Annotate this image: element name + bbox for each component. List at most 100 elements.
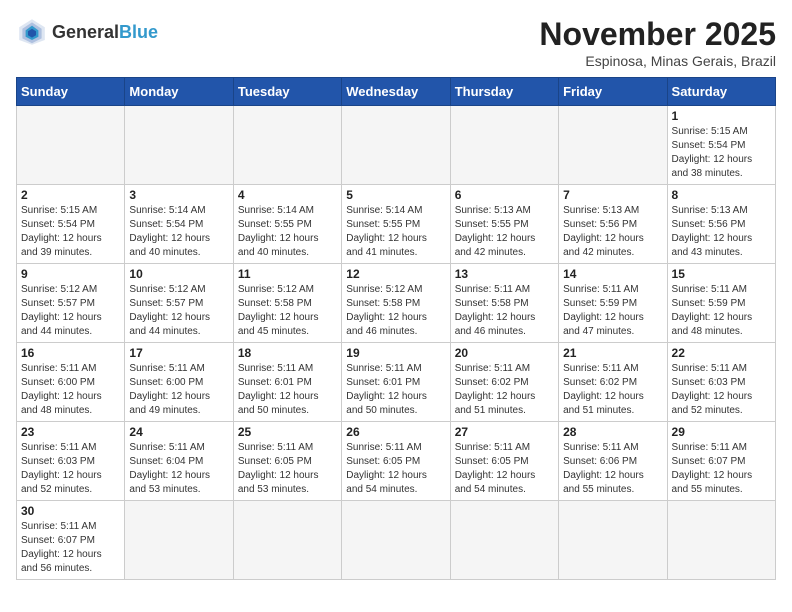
day-number: 12 (346, 267, 445, 281)
month-year-title: November 2025 (539, 16, 776, 53)
day-info: Sunrise: 5:14 AM Sunset: 5:55 PM Dayligh… (346, 204, 445, 260)
day-number: 27 (455, 425, 554, 439)
day-info: Sunrise: 5:11 AM Sunset: 6:04 PM Dayligh… (129, 441, 228, 497)
calendar-cell: 19 Sunrise: 5:11 AM Sunset: 6:01 PM Dayli… (342, 343, 450, 422)
calendar-cell (342, 106, 450, 185)
day-number: 2 (21, 188, 120, 202)
logo-icon (16, 16, 48, 48)
weekday-header-monday: Monday (125, 78, 233, 106)
weekday-header-friday: Friday (559, 78, 667, 106)
page-header: GeneralBlue November 2025 Espinosa, Mina… (16, 16, 776, 69)
day-number: 11 (238, 267, 337, 281)
day-number: 19 (346, 346, 445, 360)
week-row-3: 9 Sunrise: 5:12 AM Sunset: 5:57 PM Daylig… (17, 264, 776, 343)
week-row-5: 23Sunrise: 5:11 AM Sunset: 6:03 PM Dayli… (17, 422, 776, 501)
calendar-cell (667, 501, 775, 580)
calendar-cell (559, 106, 667, 185)
calendar-cell (450, 106, 558, 185)
calendar-cell: 3Sunrise: 5:14 AM Sunset: 5:54 PM Daylig… (125, 185, 233, 264)
day-number: 13 (455, 267, 554, 281)
calendar-cell: 4 Sunrise: 5:14 AM Sunset: 5:55 PM Daylig… (233, 185, 341, 264)
week-row-1: 1Sunrise: 5:15 AM Sunset: 5:54 PM Daylig… (17, 106, 776, 185)
calendar-cell: 8 Sunrise: 5:13 AM Sunset: 5:56 PM Daylig… (667, 185, 775, 264)
day-info: Sunrise: 5:11 AM Sunset: 6:05 PM Dayligh… (455, 441, 554, 497)
weekday-header-saturday: Saturday (667, 78, 775, 106)
day-number: 15 (672, 267, 771, 281)
day-info: Sunrise: 5:12 AM Sunset: 5:58 PM Dayligh… (238, 283, 337, 339)
week-row-4: 16Sunrise: 5:11 AM Sunset: 6:00 PM Dayli… (17, 343, 776, 422)
logo-text: GeneralBlue (52, 22, 158, 43)
day-number: 18 (238, 346, 337, 360)
day-info: Sunrise: 5:11 AM Sunset: 6:00 PM Dayligh… (129, 362, 228, 418)
day-number: 25 (238, 425, 337, 439)
day-number: 8 (672, 188, 771, 202)
calendar-cell (125, 501, 233, 580)
day-info: Sunrise: 5:11 AM Sunset: 6:07 PM Dayligh… (672, 441, 771, 497)
calendar-cell: 22 Sunrise: 5:11 AM Sunset: 6:03 PM Dayli… (667, 343, 775, 422)
day-info: Sunrise: 5:11 AM Sunset: 6:07 PM Dayligh… (21, 520, 120, 576)
day-number: 9 (21, 267, 120, 281)
weekday-header-wednesday: Wednesday (342, 78, 450, 106)
calendar-cell: 27 Sunrise: 5:11 AM Sunset: 6:05 PM Dayli… (450, 422, 558, 501)
day-number: 26 (346, 425, 445, 439)
location-subtitle: Espinosa, Minas Gerais, Brazil (539, 53, 776, 69)
day-info: Sunrise: 5:15 AM Sunset: 5:54 PM Dayligh… (21, 204, 120, 260)
calendar-cell (342, 501, 450, 580)
calendar-table: SundayMondayTuesdayWednesdayThursdayFrid… (16, 77, 776, 580)
calendar-cell: 28Sunrise: 5:11 AM Sunset: 6:06 PM Dayli… (559, 422, 667, 501)
day-number: 23 (21, 425, 120, 439)
weekday-header-row: SundayMondayTuesdayWednesdayThursdayFrid… (17, 78, 776, 106)
day-number: 6 (455, 188, 554, 202)
day-number: 5 (346, 188, 445, 202)
day-number: 14 (563, 267, 662, 281)
day-info: Sunrise: 5:11 AM Sunset: 6:03 PM Dayligh… (672, 362, 771, 418)
week-row-6: 30 Sunrise: 5:11 AM Sunset: 6:07 PM Dayli… (17, 501, 776, 580)
day-info: Sunrise: 5:13 AM Sunset: 5:55 PM Dayligh… (455, 204, 554, 260)
day-info: Sunrise: 5:14 AM Sunset: 5:54 PM Dayligh… (129, 204, 228, 260)
day-number: 22 (672, 346, 771, 360)
day-info: Sunrise: 5:11 AM Sunset: 5:59 PM Dayligh… (672, 283, 771, 339)
calendar-cell: 18 Sunrise: 5:11 AM Sunset: 6:01 PM Dayli… (233, 343, 341, 422)
day-info: Sunrise: 5:11 AM Sunset: 6:06 PM Dayligh… (563, 441, 662, 497)
calendar-cell (125, 106, 233, 185)
day-info: Sunrise: 5:11 AM Sunset: 6:05 PM Dayligh… (346, 441, 445, 497)
day-info: Sunrise: 5:12 AM Sunset: 5:57 PM Dayligh… (129, 283, 228, 339)
day-number: 30 (21, 504, 120, 518)
day-number: 21 (563, 346, 662, 360)
calendar-cell (233, 106, 341, 185)
day-info: Sunrise: 5:11 AM Sunset: 6:00 PM Dayligh… (21, 362, 120, 418)
weekday-header-tuesday: Tuesday (233, 78, 341, 106)
calendar-cell: 13Sunrise: 5:11 AM Sunset: 5:58 PM Dayli… (450, 264, 558, 343)
calendar-cell (17, 106, 125, 185)
day-info: Sunrise: 5:13 AM Sunset: 5:56 PM Dayligh… (672, 204, 771, 260)
day-info: Sunrise: 5:14 AM Sunset: 5:55 PM Dayligh… (238, 204, 337, 260)
day-info: Sunrise: 5:12 AM Sunset: 5:57 PM Dayligh… (21, 283, 120, 339)
day-info: Sunrise: 5:11 AM Sunset: 6:01 PM Dayligh… (238, 362, 337, 418)
day-info: Sunrise: 5:11 AM Sunset: 6:05 PM Dayligh… (238, 441, 337, 497)
calendar-cell: 15 Sunrise: 5:11 AM Sunset: 5:59 PM Dayli… (667, 264, 775, 343)
calendar-cell: 23Sunrise: 5:11 AM Sunset: 6:03 PM Dayli… (17, 422, 125, 501)
day-number: 4 (238, 188, 337, 202)
week-row-2: 2 Sunrise: 5:15 AM Sunset: 5:54 PM Daylig… (17, 185, 776, 264)
day-info: Sunrise: 5:11 AM Sunset: 6:01 PM Dayligh… (346, 362, 445, 418)
day-number: 20 (455, 346, 554, 360)
title-block: November 2025 Espinosa, Minas Gerais, Br… (539, 16, 776, 69)
calendar-cell: 16Sunrise: 5:11 AM Sunset: 6:00 PM Dayli… (17, 343, 125, 422)
calendar-cell: 5 Sunrise: 5:14 AM Sunset: 5:55 PM Daylig… (342, 185, 450, 264)
calendar-cell: 26 Sunrise: 5:11 AM Sunset: 6:05 PM Dayli… (342, 422, 450, 501)
day-number: 10 (129, 267, 228, 281)
day-number: 1 (672, 109, 771, 123)
calendar-cell: 24Sunrise: 5:11 AM Sunset: 6:04 PM Dayli… (125, 422, 233, 501)
day-info: Sunrise: 5:12 AM Sunset: 5:58 PM Dayligh… (346, 283, 445, 339)
calendar-cell: 17Sunrise: 5:11 AM Sunset: 6:00 PM Dayli… (125, 343, 233, 422)
day-number: 7 (563, 188, 662, 202)
day-info: Sunrise: 5:13 AM Sunset: 5:56 PM Dayligh… (563, 204, 662, 260)
calendar-cell: 14Sunrise: 5:11 AM Sunset: 5:59 PM Dayli… (559, 264, 667, 343)
calendar-cell: 12 Sunrise: 5:12 AM Sunset: 5:58 PM Dayli… (342, 264, 450, 343)
calendar-cell (233, 501, 341, 580)
calendar-cell: 21Sunrise: 5:11 AM Sunset: 6:02 PM Dayli… (559, 343, 667, 422)
weekday-header-sunday: Sunday (17, 78, 125, 106)
weekday-header-thursday: Thursday (450, 78, 558, 106)
calendar-cell: 6 Sunrise: 5:13 AM Sunset: 5:55 PM Daylig… (450, 185, 558, 264)
calendar-cell: 9 Sunrise: 5:12 AM Sunset: 5:57 PM Daylig… (17, 264, 125, 343)
